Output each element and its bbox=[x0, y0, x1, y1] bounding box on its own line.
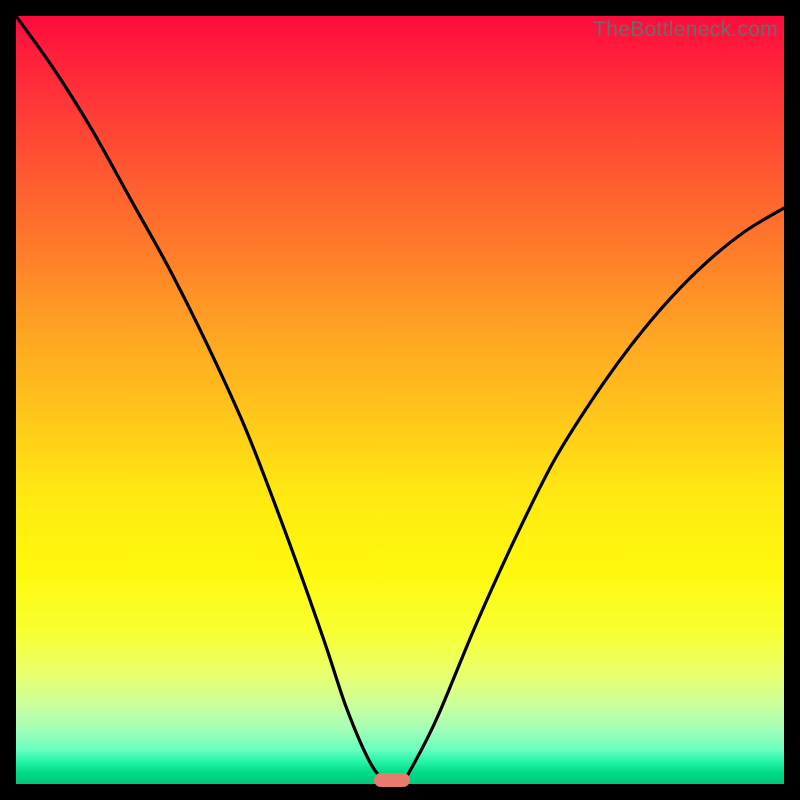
watermark-text: TheBottleneck.com bbox=[593, 18, 778, 42]
curve-path bbox=[16, 16, 784, 784]
chart-frame: TheBottleneck.com bbox=[0, 0, 800, 800]
plot-area: TheBottleneck.com bbox=[16, 16, 784, 784]
bottleneck-curve bbox=[16, 16, 784, 784]
optimal-marker bbox=[374, 773, 410, 787]
